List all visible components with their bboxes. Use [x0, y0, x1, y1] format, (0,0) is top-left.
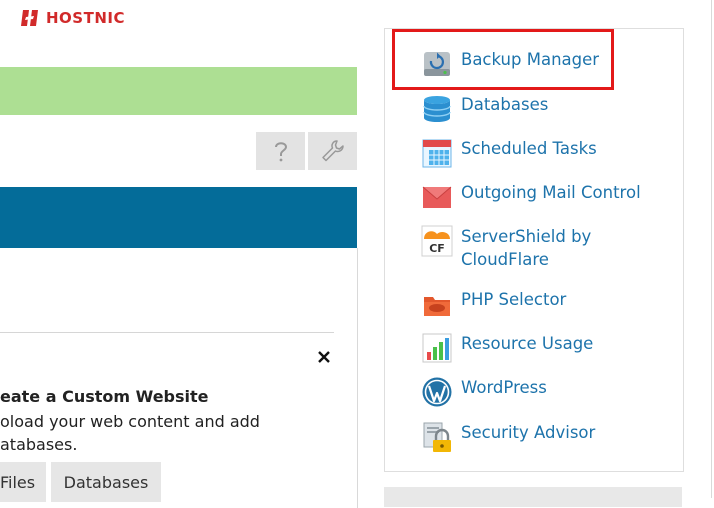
page-edge	[711, 0, 712, 498]
cloudflare-icon: CF	[421, 225, 453, 257]
lock-icon	[423, 422, 451, 452]
tool-servershield-cloudflare[interactable]: CF ServerShield by CloudFlare	[421, 225, 631, 271]
help-button[interactable]	[256, 132, 305, 170]
section-header-bar	[0, 187, 357, 248]
tool-label: ServerShield by CloudFlare	[461, 227, 592, 269]
wordpress-icon	[422, 377, 452, 407]
mail-icon	[422, 186, 452, 208]
tool-outgoing-mail-control[interactable]: Outgoing Mail Control	[421, 181, 641, 213]
tool-security-advisor[interactable]: Security Advisor	[421, 421, 595, 453]
tools-panel: Backup Manager Databases Scheduled Tasks…	[384, 28, 684, 472]
tab-databases[interactable]: Databases	[51, 462, 161, 502]
php-icon	[424, 297, 450, 316]
brand-name: HOSTNIC	[46, 9, 125, 27]
panel-description-line-2: atabases.	[0, 435, 78, 454]
hostnic-logo-icon	[21, 10, 38, 26]
secondary-panel-header	[384, 487, 682, 507]
close-icon[interactable]	[316, 349, 332, 365]
tool-label: Resource Usage	[461, 334, 594, 353]
wrench-icon	[321, 140, 344, 162]
divider	[0, 332, 334, 333]
panel-heading: eate a Custom Website	[0, 387, 209, 406]
hostnic-logo[interactable]: HOSTNIC	[20, 6, 125, 30]
tool-label: WordPress	[461, 378, 547, 397]
tab-files[interactable]: Files	[0, 462, 46, 502]
tool-label: Outgoing Mail Control	[461, 183, 641, 202]
tool-databases[interactable]: Databases	[421, 93, 548, 125]
tool-label: Security Advisor	[461, 423, 596, 442]
panel-description: oload your web content and add atabases.	[0, 410, 300, 456]
tool-resource-usage[interactable]: Resource Usage	[421, 332, 593, 364]
settings-button[interactable]	[308, 132, 357, 170]
svg-text:CF: CF	[429, 242, 445, 255]
panel-description-line-1: oload your web content and add	[0, 412, 260, 431]
notification-bar	[0, 67, 357, 115]
chart-icon	[422, 333, 452, 363]
tool-php-selector[interactable]: PHP Selector	[421, 288, 566, 320]
databases-icon	[423, 96, 451, 122]
tool-label: Scheduled Tasks	[461, 139, 597, 158]
calendar-icon	[422, 139, 452, 168]
highlight-box	[392, 29, 614, 90]
tool-label: PHP Selector	[461, 290, 567, 309]
tool-label: Databases	[461, 95, 549, 114]
tool-scheduled-tasks[interactable]: Scheduled Tasks	[421, 137, 597, 169]
tool-wordpress[interactable]: WordPress	[421, 376, 547, 408]
help-icon	[274, 142, 287, 162]
